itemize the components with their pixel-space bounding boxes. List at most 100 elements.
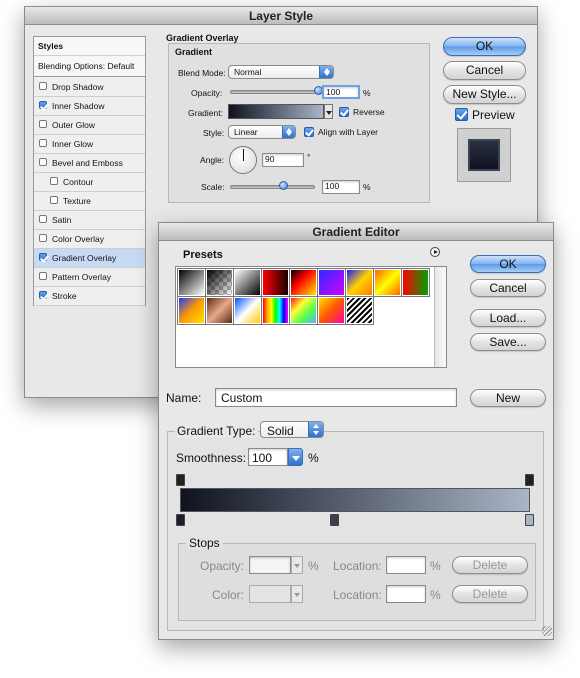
preset-swatch[interactable] bbox=[317, 268, 346, 297]
styles-header[interactable]: Styles bbox=[34, 37, 145, 56]
name-input[interactable]: Custom bbox=[215, 388, 457, 407]
presets-scrollbar[interactable] bbox=[434, 267, 446, 367]
presets-menu-icon[interactable] bbox=[430, 247, 440, 257]
stop-opacity-location-label: Location: bbox=[333, 559, 382, 573]
opacity-stop-left[interactable] bbox=[176, 474, 185, 486]
delete-color-stop-button[interactable]: Delete bbox=[452, 585, 528, 603]
styles-item-pattern-overlay[interactable]: Pattern Overlay bbox=[34, 268, 145, 287]
stop-opacity-input[interactable] bbox=[249, 556, 291, 574]
styles-item-color-overlay[interactable]: Color Overlay bbox=[34, 230, 145, 249]
styles-item-checkbox[interactable] bbox=[39, 234, 47, 242]
scale-label: Scale: bbox=[201, 182, 225, 192]
style-preview-thumb bbox=[470, 141, 498, 169]
styles-list: Styles Blending Options: Default Drop Sh… bbox=[33, 36, 146, 306]
styles-item-gradient-overlay[interactable]: Gradient Overlay bbox=[34, 249, 145, 268]
gradient-cancel-button[interactable]: Cancel bbox=[470, 279, 546, 297]
color-stop-right[interactable] bbox=[525, 514, 534, 526]
styles-item-inner-shadow[interactable]: Inner Shadow bbox=[34, 97, 145, 116]
scale-slider-track[interactable] bbox=[230, 185, 315, 189]
opacity-stop-right[interactable] bbox=[525, 474, 534, 486]
preset-swatch[interactable] bbox=[289, 268, 318, 297]
chevron-updown-icon bbox=[319, 66, 333, 78]
scale-input[interactable]: 100 bbox=[322, 180, 360, 194]
styles-item-outer-glow[interactable]: Outer Glow bbox=[34, 116, 145, 135]
color-stop-left[interactable] bbox=[176, 514, 185, 526]
scale-slider-knob[interactable] bbox=[279, 181, 288, 190]
opacity-input[interactable]: 100 bbox=[322, 85, 360, 99]
color-stop-midpoint[interactable] bbox=[330, 514, 339, 526]
gradient-load-button[interactable]: Load... bbox=[470, 309, 546, 327]
gradient-save-button[interactable]: Save... bbox=[470, 333, 546, 351]
preset-swatch[interactable] bbox=[345, 268, 374, 297]
gradient-overlay-panel-title: Gradient Overlay bbox=[166, 33, 239, 43]
angle-dial[interactable] bbox=[229, 146, 257, 174]
stop-color-dropdown[interactable] bbox=[291, 585, 303, 603]
layer-style-cancel-button[interactable]: Cancel bbox=[443, 61, 526, 80]
preset-swatch[interactable] bbox=[177, 296, 206, 325]
preset-swatch[interactable] bbox=[233, 296, 262, 325]
styles-item-contour[interactable]: Contour bbox=[34, 173, 145, 192]
preset-swatch[interactable] bbox=[261, 296, 290, 325]
stop-opacity-location-input[interactable] bbox=[386, 556, 426, 574]
styles-item-checkbox[interactable] bbox=[39, 291, 47, 299]
styles-item-checkbox[interactable] bbox=[39, 272, 47, 280]
preset-swatch[interactable] bbox=[261, 268, 290, 297]
styles-item-checkbox[interactable] bbox=[39, 158, 47, 166]
stop-opacity-dropdown[interactable] bbox=[291, 556, 303, 574]
styles-item-stroke[interactable]: Stroke bbox=[34, 287, 145, 306]
blend-mode-select[interactable]: Normal bbox=[228, 65, 334, 79]
new-gradient-button[interactable]: New bbox=[470, 389, 546, 407]
styles-item-satin[interactable]: Satin bbox=[34, 211, 145, 230]
preset-swatch[interactable] bbox=[373, 268, 402, 297]
stop-color-location-input[interactable] bbox=[386, 585, 426, 603]
styles-item-texture[interactable]: Texture bbox=[34, 192, 145, 211]
gradient-type-select[interactable]: Solid bbox=[260, 421, 324, 438]
styles-item-label: Outer Glow bbox=[52, 120, 95, 130]
opacity-slider-track[interactable] bbox=[230, 90, 320, 94]
styles-item-bevel-and-emboss[interactable]: Bevel and Emboss bbox=[34, 154, 145, 173]
gradient-bar[interactable] bbox=[180, 488, 530, 512]
styles-item-checkbox[interactable] bbox=[50, 177, 58, 185]
preset-swatch[interactable] bbox=[177, 268, 206, 297]
preset-swatch[interactable] bbox=[289, 296, 318, 325]
styles-item-label: Color Overlay bbox=[52, 234, 104, 244]
layer-style-titlebar[interactable]: Layer Style bbox=[25, 7, 537, 25]
styles-item-checkbox[interactable] bbox=[39, 101, 47, 109]
smoothness-unit: % bbox=[308, 451, 319, 465]
preset-swatch[interactable] bbox=[205, 268, 234, 297]
gradient-ok-button[interactable]: OK bbox=[470, 255, 546, 273]
gradient-label: Gradient: bbox=[188, 108, 223, 118]
layer-style-ok-button[interactable]: OK bbox=[443, 37, 526, 56]
angle-input[interactable]: 90 bbox=[262, 153, 304, 167]
styles-item-checkbox[interactable] bbox=[50, 196, 58, 204]
styles-item-checkbox[interactable] bbox=[39, 253, 47, 261]
gradient-editor-titlebar[interactable]: Gradient Editor bbox=[159, 223, 553, 241]
stop-color-label: Color: bbox=[212, 588, 245, 602]
preset-swatch[interactable] bbox=[233, 268, 262, 297]
preset-swatch[interactable] bbox=[317, 296, 346, 325]
styles-item-inner-glow[interactable]: Inner Glow bbox=[34, 135, 145, 154]
preview-checkbox[interactable] bbox=[455, 108, 468, 121]
styles-item-checkbox[interactable] bbox=[39, 139, 47, 147]
reverse-checkbox[interactable] bbox=[339, 107, 349, 117]
stop-color-location-label: Location: bbox=[333, 588, 382, 602]
preset-swatch[interactable] bbox=[205, 296, 234, 325]
gradient-type-value: Solid bbox=[267, 424, 294, 438]
style-select[interactable]: Linear bbox=[228, 125, 296, 139]
new-style-button[interactable]: New Style... bbox=[443, 85, 526, 104]
align-with-layer-checkbox[interactable] bbox=[304, 127, 314, 137]
stop-color-swatch[interactable] bbox=[249, 585, 291, 603]
smoothness-input[interactable]: 100 bbox=[248, 448, 288, 466]
styles-item-checkbox[interactable] bbox=[39, 120, 47, 128]
styles-item-checkbox[interactable] bbox=[39, 82, 47, 90]
gradient-picker-dropdown[interactable] bbox=[324, 104, 333, 119]
styles-item-checkbox[interactable] bbox=[39, 215, 47, 223]
preset-swatch[interactable] bbox=[345, 296, 374, 325]
styles-item-drop-shadow[interactable]: Drop Shadow bbox=[34, 78, 145, 97]
blending-options-item[interactable]: Blending Options: Default bbox=[34, 57, 145, 77]
preset-swatch[interactable] bbox=[401, 268, 430, 297]
delete-opacity-stop-button[interactable]: Delete bbox=[452, 556, 528, 574]
resize-grip-icon[interactable] bbox=[542, 626, 552, 636]
gradient-preview-picker[interactable] bbox=[228, 104, 324, 119]
smoothness-dropdown[interactable] bbox=[288, 448, 303, 466]
